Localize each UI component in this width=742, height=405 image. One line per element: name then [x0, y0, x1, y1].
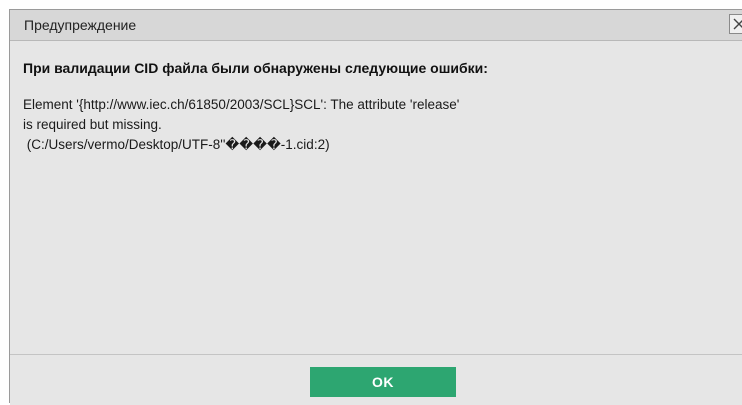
- dialog-footer: OK: [10, 354, 742, 405]
- error-message: Element '{http://www.iec.ch/61850/2003/S…: [23, 95, 723, 155]
- warning-dialog: Предупреждение При валидации CID файла б…: [9, 9, 742, 405]
- dialog-title: Предупреждение: [24, 17, 137, 33]
- close-icon: [733, 18, 742, 30]
- dialog-content: При валидации CID файла были обнаружены …: [10, 42, 742, 360]
- close-button[interactable]: [729, 14, 742, 34]
- error-message-line: is required but missing.: [23, 117, 162, 132]
- error-message-line: (C:/Users/vermo/Desktop/UTF-8''����-1.ci…: [23, 137, 330, 152]
- error-heading: При валидации CID файла были обнаружены …: [23, 60, 488, 76]
- dialog-titlebar[interactable]: Предупреждение: [10, 10, 742, 41]
- ok-button[interactable]: OK: [310, 367, 456, 397]
- error-message-line: Element '{http://www.iec.ch/61850/2003/S…: [23, 97, 460, 112]
